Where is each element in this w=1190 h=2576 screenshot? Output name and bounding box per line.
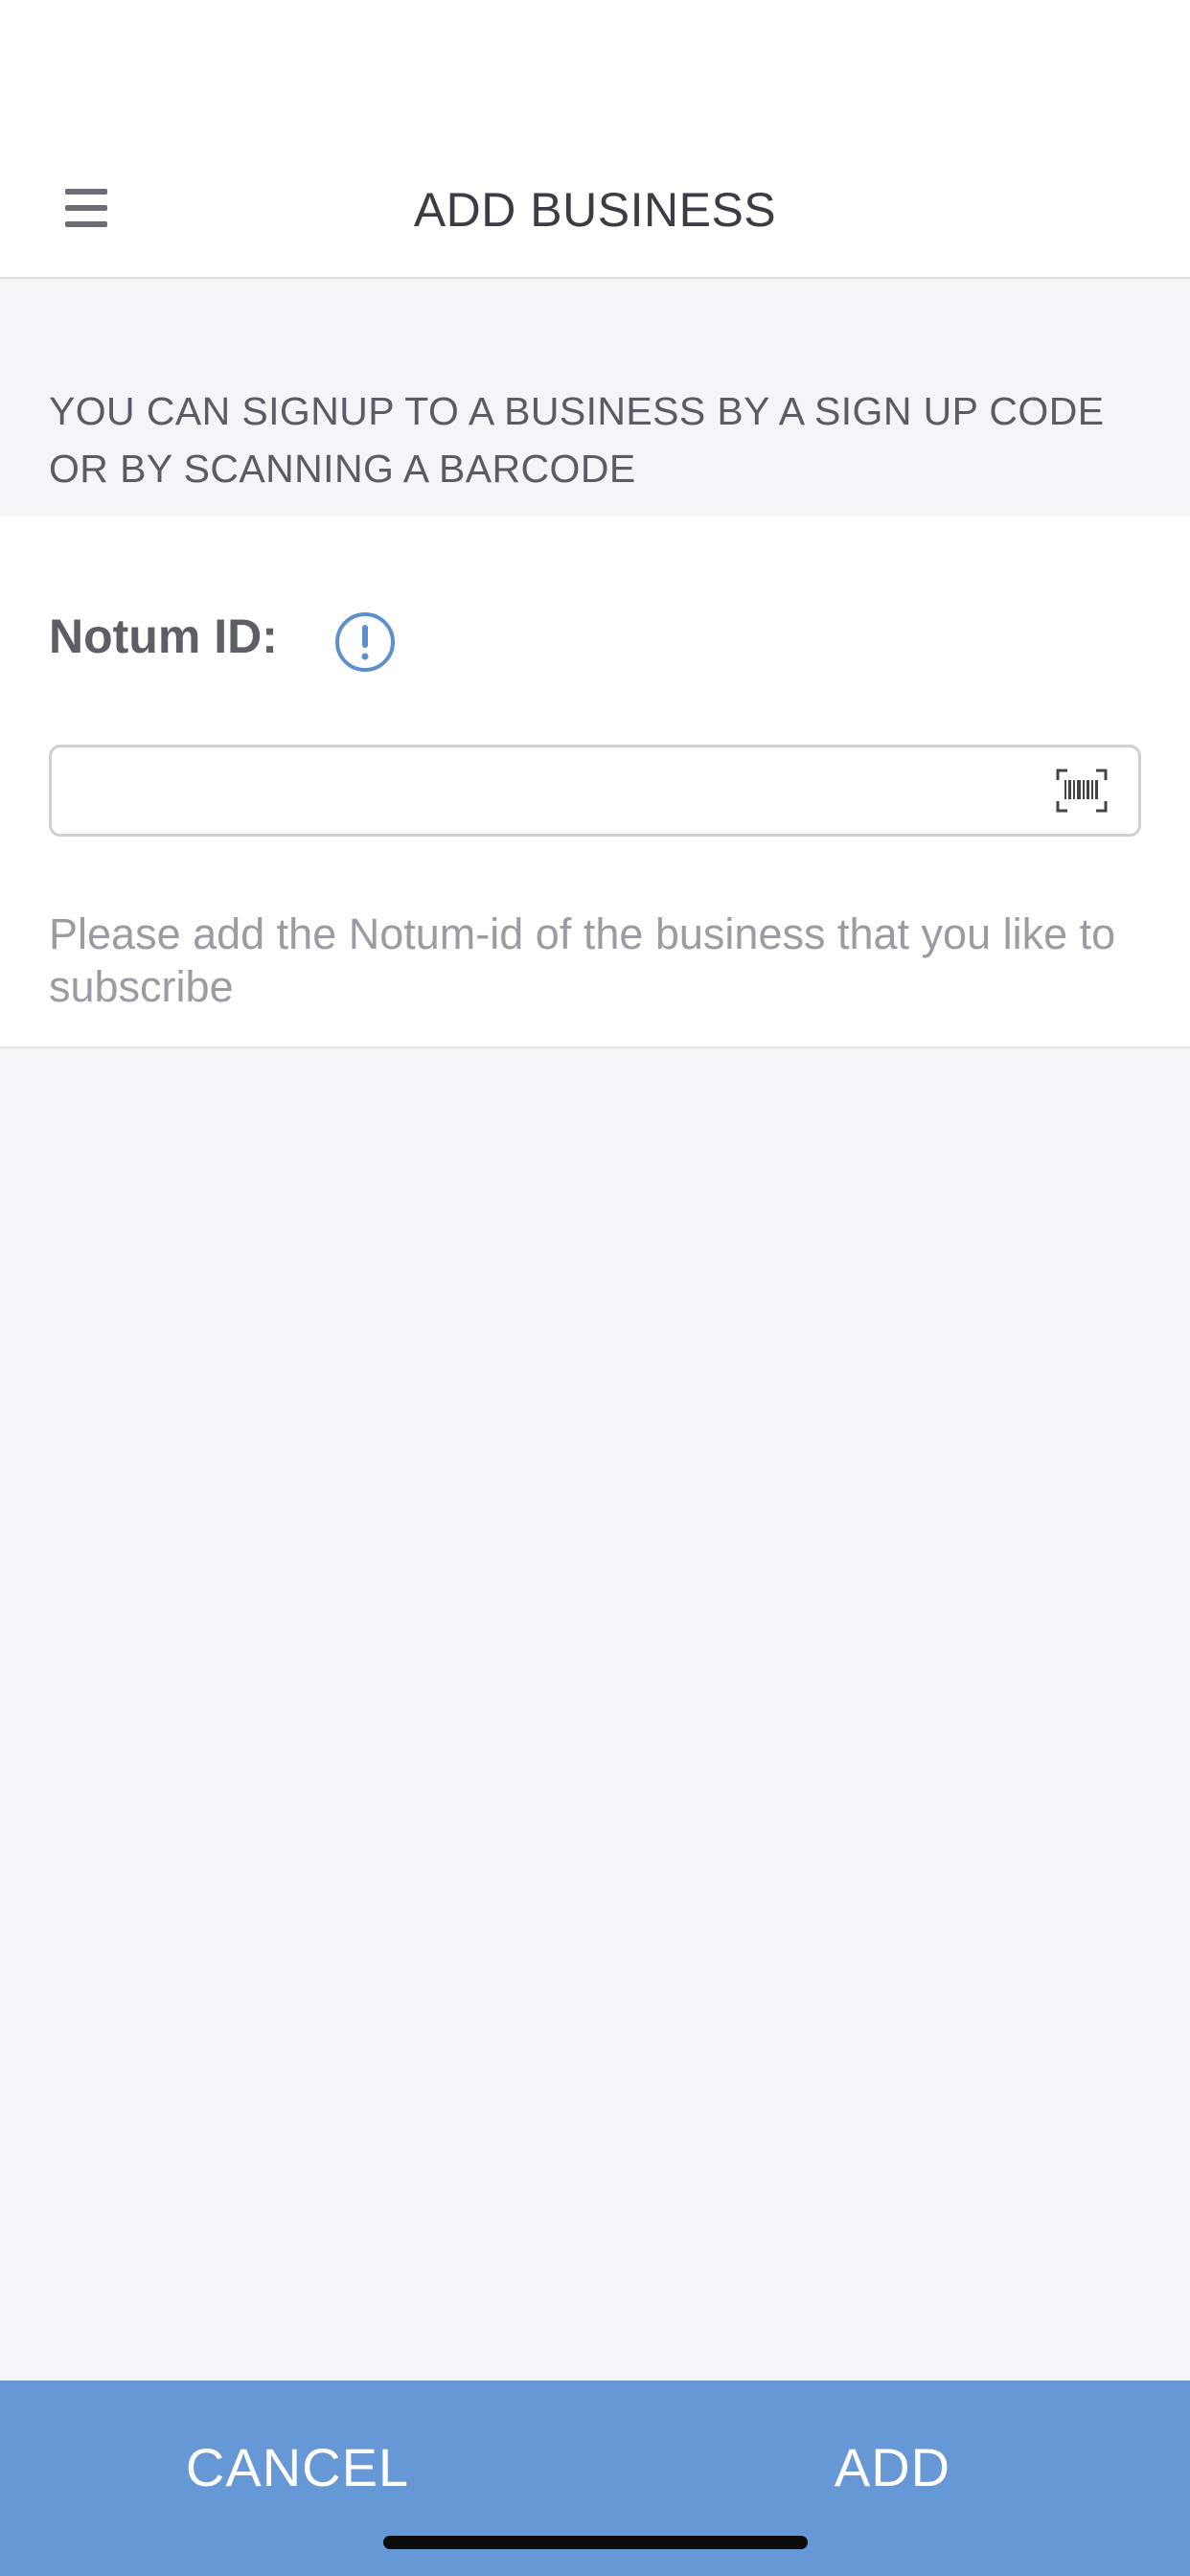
notum-id-label: Notum ID:: [49, 610, 278, 663]
app-header: ADD BUSINESS: [0, 0, 1190, 279]
notum-id-input[interactable]: [71, 748, 1033, 836]
notum-id-form: Notum ID: Please add the Notum-id of the…: [0, 517, 1190, 1048]
helper-text: Please add the Notum-id of the business …: [49, 909, 1116, 1011]
action-bar: CANCEL ADD: [0, 2380, 1190, 2576]
info-banner-text: YOU CAN SIGNUP TO A BUSINESS BY A SIGN U…: [49, 389, 1105, 491]
barcode-scan-icon[interactable]: [1056, 769, 1108, 813]
exclamation-circle-icon[interactable]: [333, 610, 397, 674]
info-banner: YOU CAN SIGNUP TO A BUSINESS BY A SIGN U…: [0, 279, 1190, 517]
page-title: ADD BUSINESS: [413, 183, 777, 237]
notum-id-field[interactable]: [49, 745, 1141, 837]
home-indicator: [383, 2536, 808, 2549]
